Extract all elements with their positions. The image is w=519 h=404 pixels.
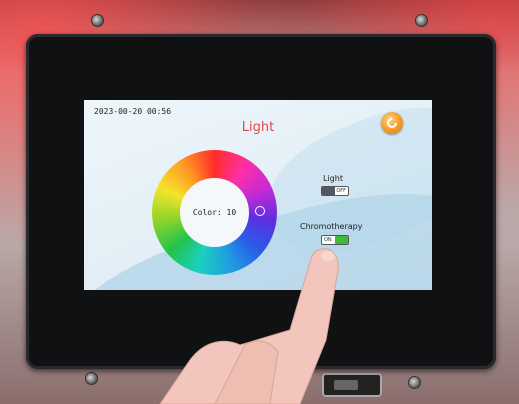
screw-icon [415,14,428,27]
usb-port [322,373,382,397]
selector-ring-icon[interactable] [255,206,265,216]
page-title: Light [241,120,275,135]
chromotherapy-toggle-state: ON [324,237,332,243]
screw-icon [408,376,421,389]
device-enclosure: 2023-00-20 00:56 Light Color: 10 Light O… [0,0,519,404]
return-button[interactable] [381,112,403,134]
color-value-label: Color: 10 [192,208,237,217]
light-toggle[interactable]: OFF [321,186,349,196]
return-arrow-icon [387,117,397,128]
light-label: Light [323,174,343,183]
screw-icon [85,372,98,385]
toggle-knob [335,236,348,244]
screw-icon [91,14,104,27]
datetime-display: 2023-00-20 00:56 [94,107,172,116]
chromotherapy-toggle[interactable]: ON [321,235,349,245]
color-wheel-center: Color: 10 [180,178,249,247]
chromotherapy-label: Chromotherapy [300,222,363,231]
touch-screen: 2023-00-20 00:56 Light Color: 10 Light O… [84,100,432,290]
light-toggle-state: OFF [336,188,346,194]
toggle-knob [322,187,335,195]
color-wheel[interactable]: Color: 10 [152,150,277,275]
